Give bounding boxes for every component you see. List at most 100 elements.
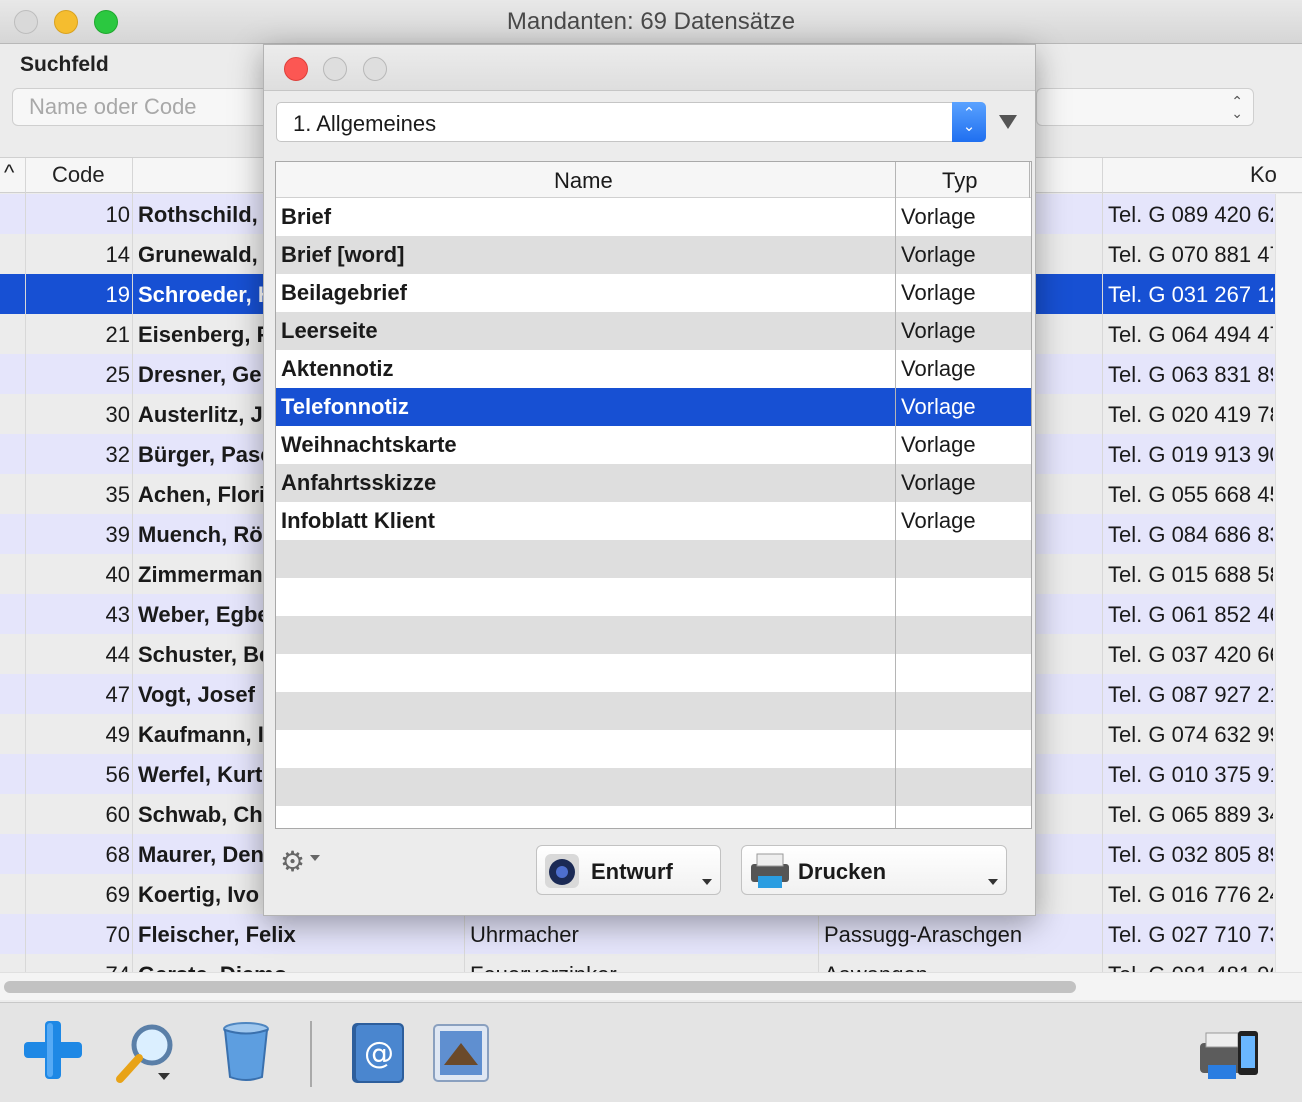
template-name: Aktennotiz [281,356,394,381]
printer-phone-icon[interactable] [1196,1025,1262,1085]
cell-code: 21 [105,322,130,347]
print-button[interactable]: Drucken [741,845,1007,895]
printer-icon [751,853,789,888]
panel-minimize-button[interactable] [323,57,347,81]
template-name: Beilagebrief [281,280,407,305]
column-header-contact[interactable]: Ko [1250,162,1277,188]
cell-code: 49 [105,722,130,747]
template-name: Anfahrtsskizze [281,470,437,495]
chevron-down-icon[interactable] [310,855,320,861]
search-input[interactable] [12,88,272,126]
vertical-scrollbar[interactable] [1275,194,1302,999]
template-row[interactable]: Anfahrtsskizze Vorlage [276,464,1031,502]
search-magnifier-icon[interactable] [112,1021,178,1087]
column-header-code[interactable]: Code [52,162,105,188]
cell-tel: Tel. G 070 881 47 [1108,242,1273,267]
cell-tel: Tel. G 061 852 46 [1108,602,1273,627]
cell-tel: Tel. G 089 420 62 [1108,202,1273,227]
cell-tel: Tel. G 010 375 91 [1108,762,1273,787]
cell-tel: Tel. G 063 831 89 [1108,362,1273,387]
cell-tel: Tel. G 027 710 73 [1108,922,1273,947]
template-name: Brief [word] [281,242,405,267]
cell-code: 60 [105,802,130,827]
print-button-label: Drucken [798,859,887,884]
updown-chevrons-icon[interactable]: ⌃ ⌄ [952,102,986,142]
cell-tel: Tel. G 031 267 12 [1108,282,1273,307]
empty-row [276,540,1031,578]
cell-name: Gerste, Diemo [138,962,458,972]
panel-titlebar [264,45,1035,91]
add-plus-icon[interactable] [22,1019,84,1081]
template-type: Vorlage [901,356,976,381]
trash-icon[interactable] [222,1021,270,1083]
draft-button-label: Entwurf [591,859,673,884]
cell-tel: Tel. G 064 494 47 [1108,322,1273,347]
bottom-toolbar: @ [0,1002,1302,1102]
image-preview-icon[interactable] [428,1021,494,1087]
cell-job: Feuerverzinker [470,962,810,972]
cell-tel: Tel. G 065 889 34 [1108,802,1273,827]
template-type: Vorlage [901,204,976,229]
templates-panel: 1. Allgemeines ⌃ ⌄ Name Typ Brief Vorlage B… [263,44,1036,916]
horizontal-scrollbar[interactable] [0,972,1302,1000]
gear-icon[interactable]: ⚙ [280,845,305,878]
empty-row [276,654,1031,692]
cell-code: 32 [105,442,130,467]
template-row[interactable]: Brief [word] Vorlage [276,236,1031,274]
template-type: Vorlage [901,242,976,267]
template-row[interactable]: Leerseite Vorlage [276,312,1031,350]
template-type: Vorlage [901,508,976,533]
empty-row [276,578,1031,616]
camera-icon [545,854,579,888]
cell-code: 69 [105,882,130,907]
chevron-down-icon [702,879,712,885]
cell-tel: Tel. G 037 420 66 [1108,642,1273,667]
template-type: Vorlage [901,470,976,495]
address-book-icon[interactable]: @ [346,1019,408,1087]
column-header-name[interactable]: Name [554,168,613,194]
template-name: Weihnachtskarte [281,432,457,457]
table-row[interactable]: 74 Gerste, Diemo Feuerverzinker Aawangen Tel… [0,954,1275,972]
cell-tel: Tel. G 074 632 99 [1108,722,1273,747]
template-row[interactable]: Infoblatt Klient Vorlage [276,502,1031,540]
template-type: Vorlage [901,280,976,305]
template-row[interactable]: Weihnachtskarte Vorlage [276,426,1031,464]
cell-code: 43 [105,602,130,627]
cell-job: Uhrmacher [470,922,579,947]
cell-place: Aawangen [824,962,1094,972]
template-type: Vorlage [901,318,976,343]
draft-button[interactable]: Entwurf [536,845,721,895]
cell-code: 35 [105,482,130,507]
cell-code: 19 [105,282,130,307]
horizontal-scrollbar-thumb[interactable] [4,981,1076,993]
template-name: Infoblatt Klient [281,508,435,533]
table-row[interactable]: 70 Fleischer, Felix Uhrmacher Passugg-Arasc… [0,914,1275,954]
cell-code: 47 [105,682,130,707]
panel-close-button[interactable] [284,57,308,81]
category-select-value: 1. Allgemeines [293,111,437,136]
cell-code: 40 [105,562,130,587]
empty-row [276,768,1031,806]
template-name: Leerseite [281,318,378,343]
template-type: Vorlage [901,432,976,457]
cell-tel: Tel. G 019 913 90 [1108,442,1273,467]
updown-chevrons-icon: ⌃ ⌄ [1231,93,1243,121]
template-row[interactable]: Telefonnotiz Vorlage [276,388,1031,426]
column-header-typ[interactable]: Typ [942,168,977,194]
templates-table-header: Name Typ [276,162,1031,198]
window-titlebar: Mandanten: 69 Datensätze [0,0,1302,44]
empty-row [276,730,1031,768]
cell-code: 44 [105,642,130,667]
cell-code: 56 [105,762,130,787]
empty-row [276,692,1031,730]
panel-zoom-button[interactable] [363,57,387,81]
sort-ascending-icon[interactable]: ^ [4,160,14,186]
template-row[interactable]: Aktennotiz Vorlage [276,350,1031,388]
search-label: Suchfeld [20,53,109,76]
disclosure-triangle-icon[interactable] [999,115,1017,129]
template-row[interactable]: Brief Vorlage [276,198,1031,236]
filter-select[interactable]: ⌃ ⌄ [1036,88,1254,126]
cell-code: 10 [105,202,130,227]
category-select[interactable]: 1. Allgemeines ⌃ ⌄ [276,102,986,142]
template-row[interactable]: Beilagebrief Vorlage [276,274,1031,312]
